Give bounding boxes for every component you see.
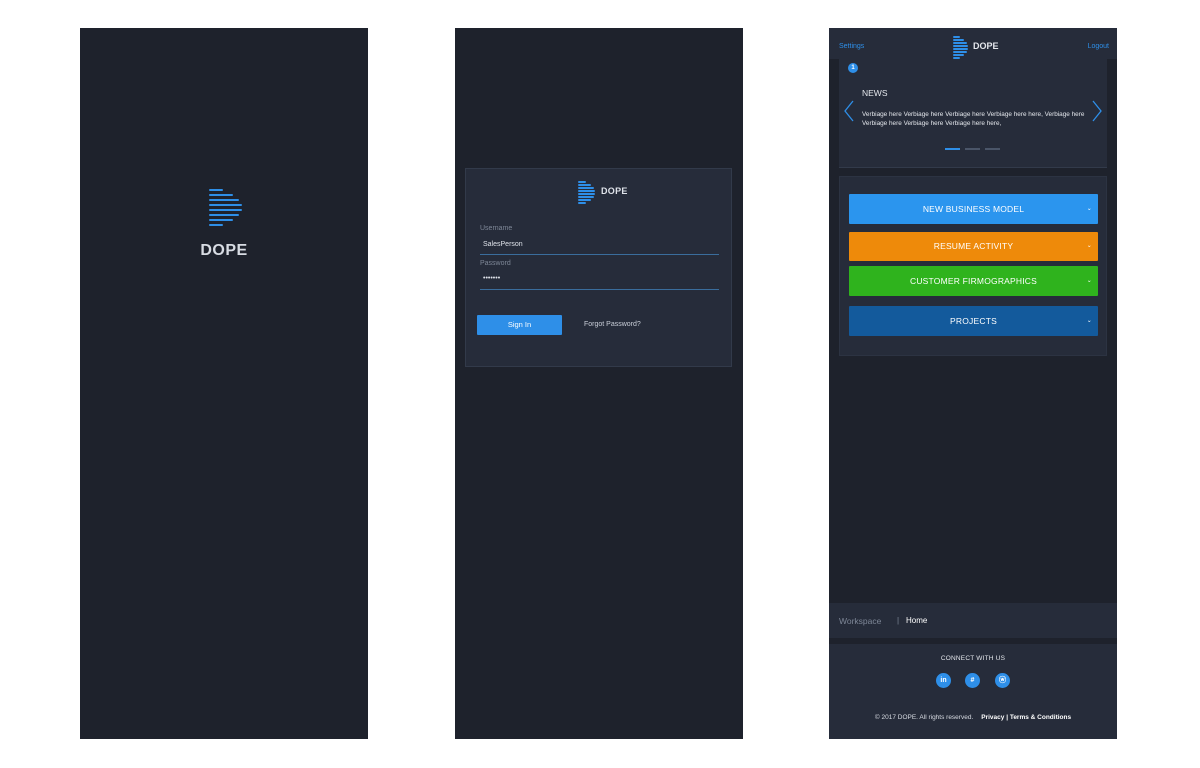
menu-button-label: RESUME ACTIVITY [933, 241, 1014, 251]
dope-logo-icon [953, 36, 968, 59]
connect-heading: CONNECT WITH US [940, 655, 1006, 662]
privacy-terms-links[interactable]: Privacy | Terms & Conditions [981, 714, 1071, 721]
news-body: Verbiage here Verbiage here Verbiage her… [862, 111, 1085, 127]
chevron-down-icon: ⌄ [1086, 243, 1092, 249]
login-screen: DOPE Username SalesPerson Password •••••… [455, 28, 743, 739]
settings-link[interactable]: Settings [839, 43, 864, 50]
menu-button-label: CUSTOMER FIRMOGRAPHICS [909, 276, 1038, 286]
copyright-text: © 2017 DOPE. All rights reserved. [874, 714, 974, 721]
menu-button-new-business-model[interactable]: NEW BUSINESS MODEL ⌄ [849, 194, 1098, 224]
logout-link[interactable]: Logout [1088, 43, 1109, 50]
news-count-badge: 1 [848, 63, 858, 73]
dope-logo-icon [578, 181, 596, 204]
menu-button-customer-firmographics[interactable]: CUSTOMER FIRMOGRAPHICS ⌄ [849, 266, 1098, 296]
slack-icon[interactable]: # [965, 673, 980, 688]
splash-logo-text: DOPE [200, 242, 248, 259]
username-label: Username [480, 225, 513, 232]
username-field[interactable]: SalesPerson [483, 241, 523, 248]
dope-logo-icon [209, 189, 243, 231]
password-field[interactable]: ••••••• [483, 275, 500, 282]
carousel-dot[interactable] [965, 148, 980, 150]
footer: CONNECT WITH US in # ⓦ © 2017 DOPE. All … [829, 644, 1117, 739]
carousel-pagination [945, 148, 1005, 150]
sign-in-button[interactable]: Sign In [477, 315, 562, 335]
username-underline [480, 254, 719, 255]
chevron-down-icon: ⌄ [1086, 318, 1092, 324]
login-logo-text: DOPE [601, 186, 628, 196]
chevron-down-icon: ⌄ [1086, 278, 1092, 284]
news-title: NEWS [862, 88, 888, 98]
top-logo-text: DOPE [973, 41, 999, 51]
password-underline [480, 289, 719, 290]
breadcrumb: Workspace | Home [829, 603, 1117, 638]
workspace-screen: Settings DOPE Logout 1 NEWS Verbiage her… [829, 28, 1117, 739]
login-card: DOPE Username SalesPerson Password •••••… [465, 168, 732, 367]
menu-button-label: NEW BUSINESS MODEL [922, 204, 1025, 214]
carousel-dot[interactable] [945, 148, 960, 150]
breadcrumb-home: Home [906, 616, 928, 625]
copyright-line: © 2017 DOPE. All rights reserved. Privacy… [829, 714, 1117, 721]
breadcrumb-separator: | [897, 616, 900, 625]
chevron-right-icon[interactable] [1090, 99, 1104, 123]
carousel-dot[interactable] [985, 148, 1000, 150]
breadcrumb-workspace[interactable]: Workspace [839, 616, 881, 626]
forgot-password-link[interactable]: Forgot Password? [584, 321, 641, 328]
splash-screen: DOPE [80, 28, 368, 739]
web-icon[interactable]: ⓦ [995, 673, 1010, 688]
chevron-down-icon: ⌄ [1086, 206, 1092, 212]
top-bar: Settings DOPE Logout [829, 28, 1117, 59]
chevron-left-icon[interactable] [842, 99, 856, 123]
menu-button-resume-activity[interactable]: RESUME ACTIVITY ⌄ [849, 232, 1098, 261]
menu-button-label: PROJECTS [950, 316, 997, 326]
menu-button-projects[interactable]: PROJECTS ⌄ [849, 306, 1098, 336]
password-label: Password [480, 260, 511, 267]
workspace-menu: NEW BUSINESS MODEL ⌄ RESUME ACTIVITY ⌄ CUSTO… [839, 176, 1107, 356]
linkedin-icon[interactable]: in [936, 673, 951, 688]
news-carousel: 1 NEWS Verbiage here Verbiage here Verbi… [839, 59, 1107, 168]
